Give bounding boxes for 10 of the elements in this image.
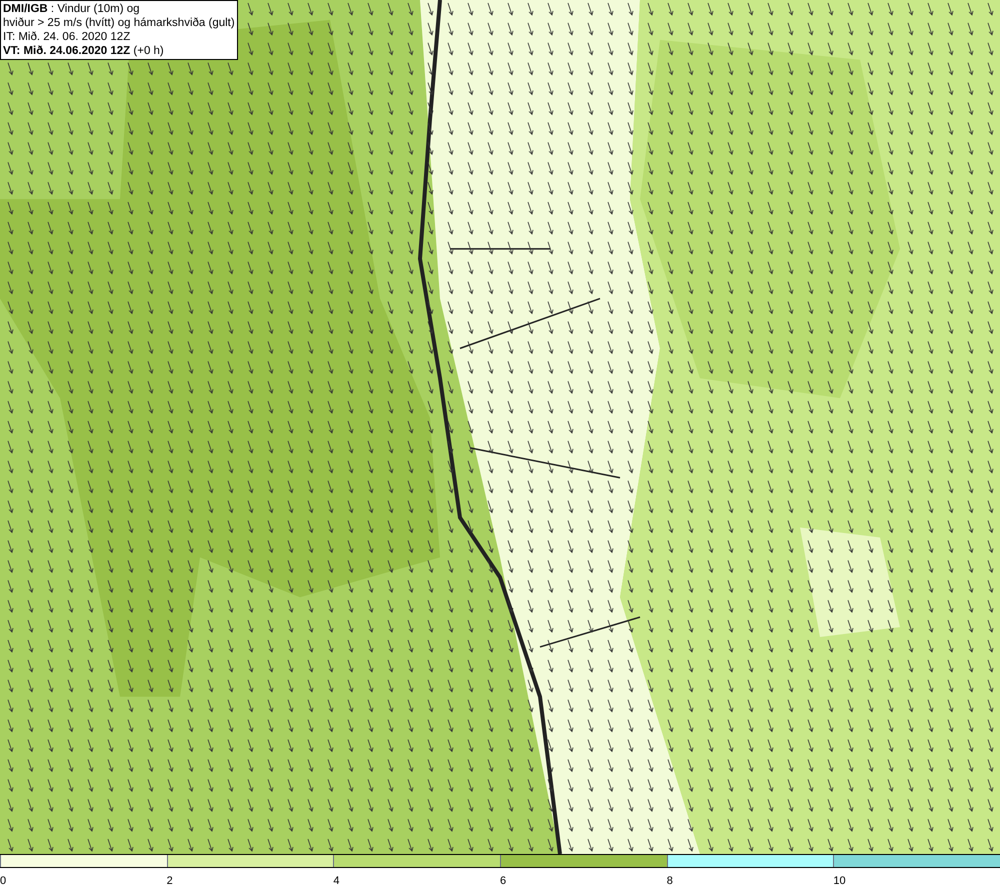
legend-label: 4 bbox=[333, 875, 340, 887]
legend-label: 8 bbox=[666, 875, 673, 887]
legend-label: 2 bbox=[166, 875, 173, 887]
header-line: hviður > 25 m/s (hvítt) og hámarkshviða (gult) bbox=[3, 16, 235, 30]
legend-label: 6 bbox=[500, 875, 506, 887]
legend-label: 0 bbox=[0, 875, 6, 887]
header-line: IT: Mið. 24. 06. 2020 12Z bbox=[3, 30, 132, 44]
header-line: VT: Mið. 24.06.2020 12Z (+0 h) bbox=[3, 44, 165, 58]
header-line: DMI/IGB : Vindur (10m) og bbox=[3, 2, 141, 16]
legend-label: 10 bbox=[833, 875, 846, 887]
